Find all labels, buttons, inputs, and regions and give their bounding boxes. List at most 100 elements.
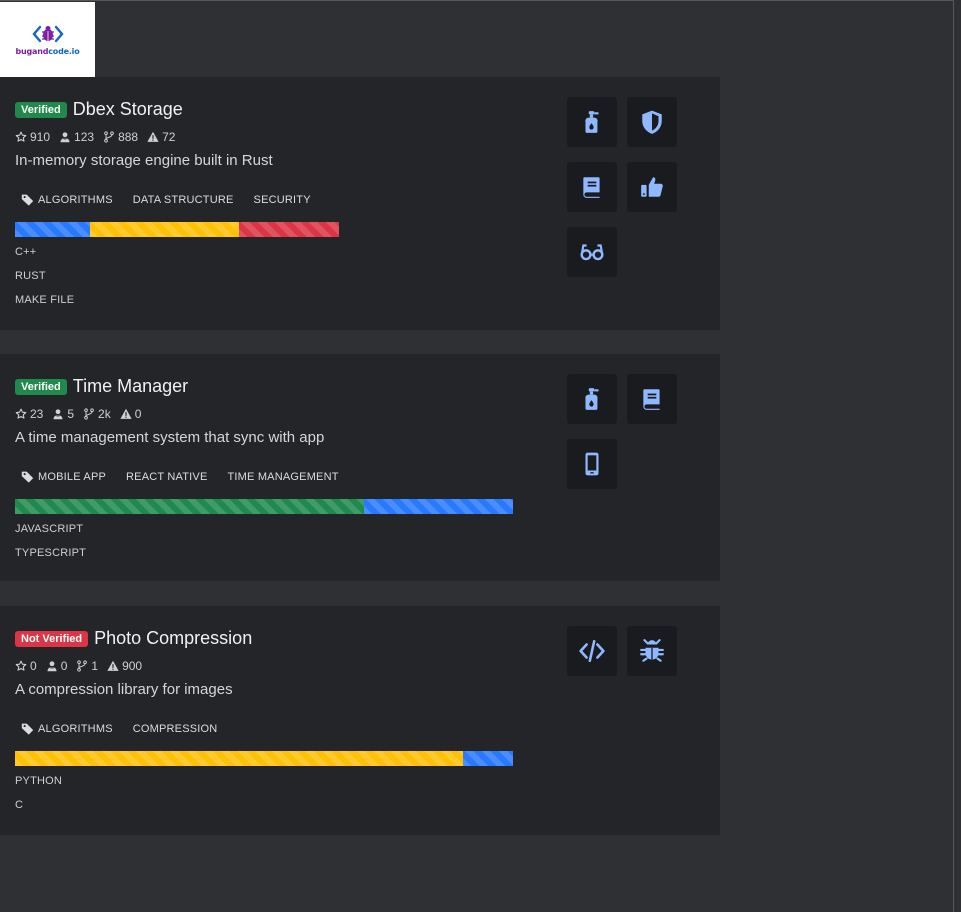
code-button[interactable] — [567, 626, 617, 676]
warning-icon — [107, 660, 122, 672]
project-card: Not Verified Photo Compression 0 0 1 900 A com… — [0, 606, 720, 835]
window-top-border — [0, 0, 953, 1]
star-count-value: 23 — [30, 407, 44, 421]
glasses-icon — [579, 239, 605, 265]
star-count: 0 — [15, 659, 37, 673]
project-title[interactable]: Photo Compression — [94, 628, 252, 649]
book-icon — [579, 174, 605, 200]
user-icon — [46, 660, 61, 672]
issue-count-value: 900 — [122, 659, 143, 673]
contributor-count-value: 0 — [60, 659, 68, 673]
language-item: C — [15, 799, 24, 811]
fork-icon — [103, 131, 118, 143]
user-icon — [59, 131, 74, 143]
fork-count: 2k — [83, 407, 111, 421]
verification-badge: Not Verified — [15, 630, 89, 647]
verification-badge: Verified — [15, 101, 67, 118]
user-icon — [52, 408, 67, 420]
tag-icon — [21, 470, 38, 483]
language-list: C++ RUST MAKE FILE — [15, 246, 74, 318]
glasses-button[interactable] — [567, 227, 617, 277]
logo[interactable]: bugandcode.io — [0, 2, 95, 77]
tag-chip[interactable]: REACT NATIVE — [120, 471, 213, 483]
tag-icon — [21, 193, 38, 206]
language-bar — [15, 222, 339, 237]
language-item: RUST — [15, 270, 46, 282]
tag-icon — [21, 722, 38, 735]
book-button[interactable] — [567, 162, 617, 212]
logo-bug-icon — [31, 25, 64, 43]
language-list: JAVASCRIPT TYPESCRIPT — [15, 523, 86, 571]
shield-button[interactable] — [627, 97, 677, 147]
thumbs-up-button[interactable] — [627, 162, 677, 212]
tag-label: ALGORITHMS — [38, 193, 113, 206]
language-bar-segment — [90, 222, 239, 237]
language-list: PYTHON C — [15, 775, 62, 823]
project-description: A time management system that sync with … — [15, 429, 325, 446]
language-bar — [15, 751, 513, 766]
project-card: Verified Dbex Storage 910 123 888 72 In-memory… — [0, 77, 720, 330]
project-title[interactable]: Time Manager — [73, 376, 188, 397]
fork-count: 1 — [76, 659, 98, 673]
window-right-border — [953, 0, 954, 912]
bug-button[interactable] — [627, 626, 677, 676]
issue-count: 900 — [107, 659, 142, 673]
tag-chip[interactable]: ALGORITHMS — [15, 193, 119, 206]
contributor-count: 0 — [46, 659, 68, 673]
fork-count-value: 1 — [91, 659, 99, 673]
tag-chip[interactable]: SECURITY — [248, 194, 317, 206]
logo-text: bugandcode.io — [15, 47, 80, 56]
shield-icon — [639, 109, 665, 135]
tag-list: MOBILE APP REACT NATIVE TIME MANAGEMENT — [15, 470, 353, 483]
star-icon — [15, 660, 30, 672]
code-icon — [579, 638, 605, 664]
project-card: Verified Time Manager 23 5 2k 0 A time managem… — [0, 354, 720, 581]
tech-icon-grid — [567, 626, 679, 691]
bug-icon — [639, 638, 665, 664]
tag-label: REACT NATIVE — [126, 470, 208, 483]
tag-chip[interactable]: ALGORITHMS — [15, 722, 119, 735]
tag-label: TIME MANAGEMENT — [227, 470, 339, 483]
language-item: JAVASCRIPT — [15, 523, 84, 535]
card-header: Not Verified Photo Compression — [15, 628, 252, 649]
tag-chip[interactable]: COMPRESSION — [127, 723, 224, 735]
tag-label: DATA STRUCTURE — [132, 193, 234, 206]
star-icon — [15, 131, 30, 143]
contributor-count-value: 5 — [67, 407, 75, 421]
contributor-count-value: 123 — [74, 130, 95, 144]
fork-count: 888 — [103, 130, 138, 144]
language-item: C++ — [15, 246, 37, 258]
language-bar-segment — [364, 499, 513, 514]
tag-label: MOBILE APP — [38, 470, 107, 483]
tag-chip[interactable]: DATA STRUCTURE — [127, 194, 240, 206]
warning-icon — [147, 131, 162, 143]
tag-label: SECURITY — [253, 193, 311, 206]
sanitizer-button[interactable] — [567, 374, 617, 424]
mobile-phone-icon — [579, 451, 605, 477]
fork-count-value: 888 — [118, 130, 139, 144]
tag-label: COMPRESSION — [132, 722, 218, 735]
fork-icon — [83, 408, 98, 420]
card-header: Verified Time Manager — [15, 376, 188, 397]
star-count: 910 — [15, 130, 50, 144]
project-description: In-memory storage engine built in Rust — [15, 152, 273, 169]
tag-chip[interactable]: TIME MANAGEMENT — [221, 471, 344, 483]
tag-label: ALGORITHMS — [38, 722, 113, 735]
tech-icon-grid — [567, 97, 679, 292]
tech-icon-grid — [567, 374, 679, 504]
tag-chip[interactable]: MOBILE APP — [15, 470, 112, 483]
sanitizer-button[interactable] — [567, 97, 617, 147]
language-item: MAKE FILE — [15, 294, 75, 306]
star-count-value: 910 — [30, 130, 51, 144]
contributor-count: 123 — [59, 130, 94, 144]
language-bar-segment — [15, 222, 90, 237]
language-bar-segment — [15, 499, 364, 514]
book-icon — [639, 386, 665, 412]
thumbs-up-icon — [639, 174, 665, 200]
mobile-phone-button[interactable] — [567, 439, 617, 489]
sanitizer-icon — [579, 386, 605, 412]
book-button[interactable] — [627, 374, 677, 424]
tag-list: ALGORITHMS DATA STRUCTURE SECURITY — [15, 193, 325, 206]
project-title[interactable]: Dbex Storage — [73, 99, 183, 120]
warning-icon — [120, 408, 135, 420]
